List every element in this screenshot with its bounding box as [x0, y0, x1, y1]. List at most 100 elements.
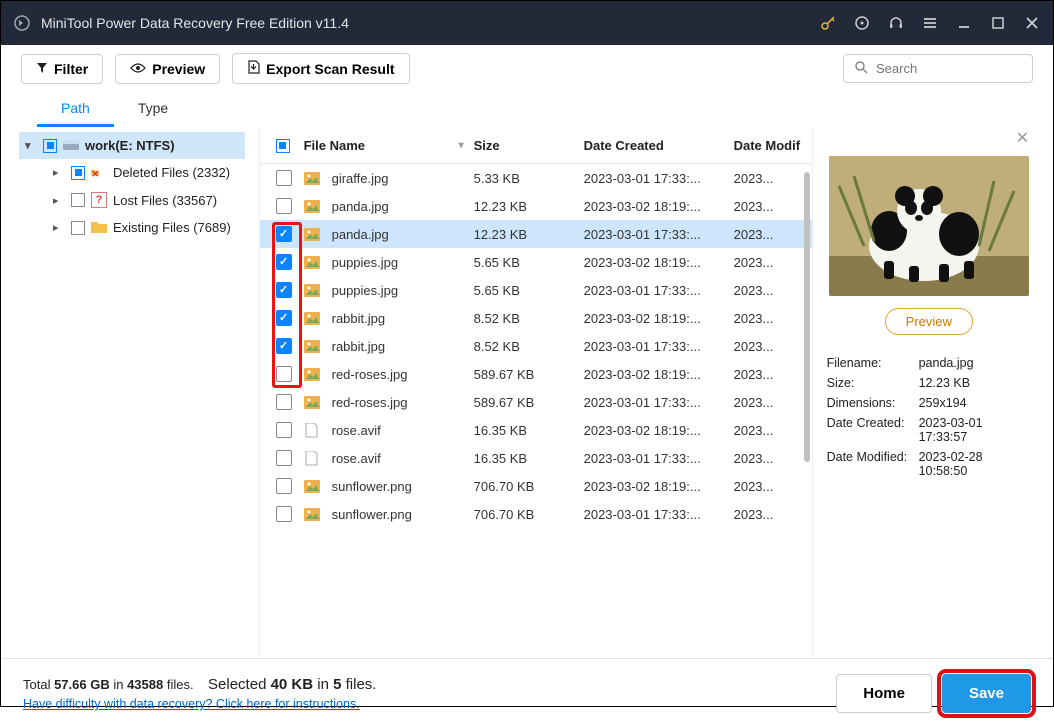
save-button[interactable]: Save — [942, 674, 1031, 713]
filter-label: Filter — [54, 61, 88, 77]
file-size: 8.52 KB — [474, 339, 584, 354]
menu-icon[interactable] — [921, 14, 939, 32]
file-name: rabbit.jpg — [332, 339, 385, 354]
caret-down-icon: ▾ — [25, 139, 37, 152]
row-checkbox[interactable] — [276, 226, 292, 242]
close-preview-icon[interactable]: ✕ — [1016, 128, 1029, 148]
toolbar: Filter Preview Export Scan Result — [1, 45, 1053, 92]
headphones-icon[interactable] — [887, 14, 905, 32]
row-checkbox[interactable] — [276, 170, 292, 186]
pv-size-value: 12.23 KB — [919, 376, 1031, 390]
tri-state-checkbox[interactable] — [71, 166, 85, 180]
folder-deleted-icon: ✕ — [91, 166, 107, 180]
row-checkbox[interactable] — [276, 394, 292, 410]
file-created: 2023-03-01 17:33:... — [584, 339, 734, 354]
file-row[interactable]: rabbit.jpg8.52 KB2023-03-02 18:19:...202… — [260, 304, 812, 332]
file-size: 706.70 KB — [474, 479, 584, 494]
row-checkbox[interactable] — [276, 254, 292, 270]
checkbox[interactable] — [71, 193, 85, 207]
file-row[interactable]: rose.avif16.35 KB2023-03-02 18:19:...202… — [260, 416, 812, 444]
scrollbar[interactable] — [804, 172, 810, 462]
row-checkbox[interactable] — [276, 310, 292, 326]
file-row[interactable]: red-roses.jpg589.67 KB2023-03-01 17:33:.… — [260, 388, 812, 416]
row-checkbox[interactable] — [276, 282, 292, 298]
file-name: puppies.jpg — [332, 283, 399, 298]
file-created: 2023-03-01 17:33:... — [584, 171, 734, 186]
row-checkbox[interactable] — [276, 506, 292, 522]
tab-type[interactable]: Type — [114, 92, 192, 127]
sort-indicator-icon: ▾ — [459, 140, 474, 151]
search-input[interactable] — [876, 61, 1022, 76]
file-name: red-roses.jpg — [332, 367, 408, 382]
file-name: puppies.jpg — [332, 255, 399, 270]
export-button[interactable]: Export Scan Result — [232, 53, 409, 84]
image-icon — [304, 171, 320, 185]
file-size: 5.65 KB — [474, 283, 584, 298]
row-checkbox[interactable] — [276, 478, 292, 494]
file-created: 2023-03-02 18:19:... — [584, 311, 734, 326]
file-created: 2023-03-01 17:33:... — [584, 395, 734, 410]
file-row[interactable]: giraffe.jpg5.33 KB2023-03-01 17:33:...20… — [260, 164, 812, 192]
col-filename[interactable]: File Name — [304, 138, 365, 153]
view-tabs: Path Type — [1, 92, 1053, 128]
col-modified[interactable]: Date Modif — [734, 138, 802, 153]
file-row[interactable]: rose.avif16.35 KB2023-03-01 17:33:...202… — [260, 444, 812, 472]
col-size[interactable]: Size — [474, 138, 584, 153]
tree-item[interactable]: ▸?Lost Files (33567) — [19, 186, 245, 214]
header-checkbox[interactable] — [276, 139, 290, 153]
file-name: rabbit.jpg — [332, 311, 385, 326]
help-link[interactable]: Have difficulty with data recovery? Clic… — [23, 697, 376, 711]
tree-item[interactable]: ▸✕Deleted Files (2332) — [19, 159, 245, 186]
file-size: 8.52 KB — [474, 311, 584, 326]
image-icon — [304, 199, 320, 213]
search-box[interactable] — [843, 54, 1033, 83]
row-checkbox[interactable] — [276, 338, 292, 354]
row-checkbox[interactable] — [276, 366, 292, 382]
file-modified: 2023... — [734, 283, 802, 298]
tri-state-checkbox[interactable] — [43, 139, 57, 153]
file-row[interactable]: red-roses.jpg589.67 KB2023-03-02 18:19:.… — [260, 360, 812, 388]
file-row[interactable]: sunflower.png706.70 KB2023-03-02 18:19:.… — [260, 472, 812, 500]
image-icon — [304, 479, 320, 493]
preview-image — [829, 156, 1029, 296]
tab-path[interactable]: Path — [37, 92, 114, 127]
file-list-header: File Name ▾ Size Date Created Date Modif — [260, 128, 812, 164]
filter-button[interactable]: Filter — [21, 54, 103, 84]
minimize-icon[interactable] — [955, 14, 973, 32]
caret-right-icon: ▸ — [53, 194, 65, 207]
file-name: red-roses.jpg — [332, 395, 408, 410]
footer: Total 57.66 GB in 43588 files. Selected … — [1, 658, 1053, 728]
file-size: 5.65 KB — [474, 255, 584, 270]
col-created[interactable]: Date Created — [584, 138, 734, 153]
maximize-icon[interactable] — [989, 14, 1007, 32]
export-icon — [247, 60, 260, 77]
file-size: 16.35 KB — [474, 423, 584, 438]
checkbox[interactable] — [71, 221, 85, 235]
export-label: Export Scan Result — [266, 61, 394, 77]
row-checkbox[interactable] — [276, 450, 292, 466]
file-row[interactable]: sunflower.png706.70 KB2023-03-01 17:33:.… — [260, 500, 812, 528]
file-modified: 2023... — [734, 339, 802, 354]
preview-button[interactable]: Preview — [115, 54, 220, 84]
file-row[interactable]: puppies.jpg5.65 KB2023-03-01 17:33:...20… — [260, 276, 812, 304]
file-name: rose.avif — [332, 423, 381, 438]
file-row[interactable]: panda.jpg12.23 KB2023-03-02 18:19:...202… — [260, 192, 812, 220]
image-icon — [304, 311, 320, 325]
close-icon[interactable] — [1023, 14, 1041, 32]
home-button[interactable]: Home — [836, 674, 932, 713]
disc-icon[interactable] — [853, 14, 871, 32]
file-modified: 2023... — [734, 479, 802, 494]
file-name: sunflower.png — [332, 479, 412, 494]
file-row[interactable]: panda.jpg12.23 KB2023-03-01 17:33:...202… — [260, 220, 812, 248]
preview-open-button[interactable]: Preview — [885, 308, 973, 335]
tree-root[interactable]: ▾ work(E: NTFS) — [19, 132, 245, 159]
file-row[interactable]: rabbit.jpg 8.52 KB2023-03-01 17:33:...202… — [260, 332, 812, 360]
row-checkbox[interactable] — [276, 198, 292, 214]
tree-item[interactable]: ▸Existing Files (7689) — [19, 214, 245, 241]
key-icon[interactable] — [819, 14, 837, 32]
file-name: panda.jpg — [332, 199, 389, 214]
file-icon — [304, 451, 320, 465]
row-checkbox[interactable] — [276, 422, 292, 438]
image-icon — [304, 367, 320, 381]
file-row[interactable]: puppies.jpg5.65 KB2023-03-02 18:19:...20… — [260, 248, 812, 276]
